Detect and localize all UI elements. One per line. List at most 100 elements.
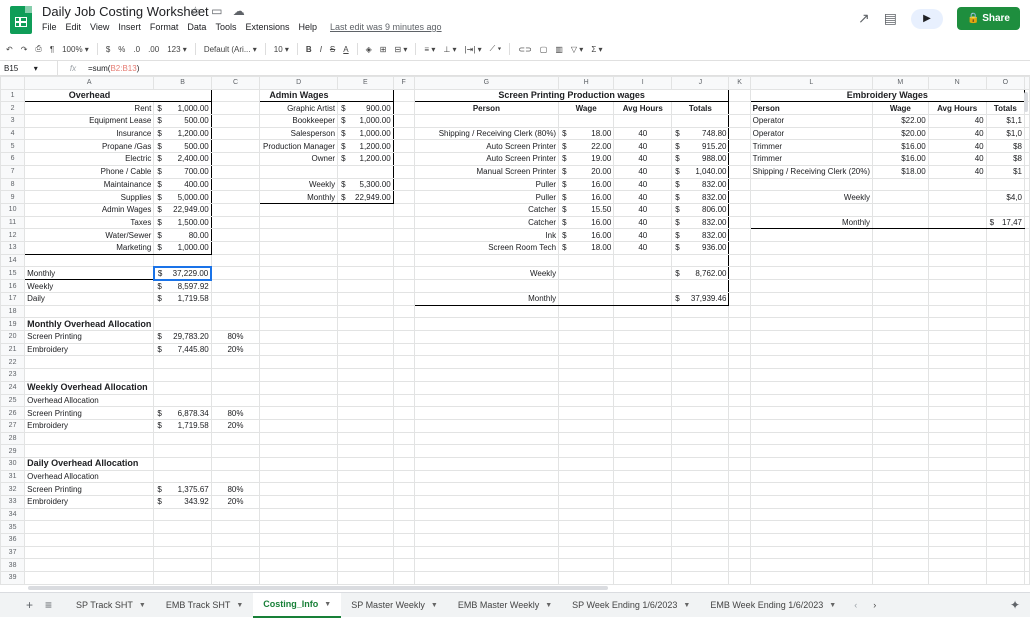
cell[interactable]: 40 — [613, 139, 673, 154]
cell[interactable] — [259, 545, 339, 560]
column-header[interactable]: F — [392, 76, 415, 90]
cell[interactable]: $29,783.20 — [153, 330, 212, 344]
cell[interactable] — [671, 444, 730, 458]
cell[interactable] — [927, 406, 987, 420]
cell[interactable] — [337, 418, 394, 433]
cell[interactable]: Totals — [985, 101, 1026, 116]
cell[interactable] — [392, 368, 415, 382]
column-header[interactable]: J — [671, 76, 730, 90]
cell[interactable] — [872, 469, 929, 484]
cell[interactable] — [413, 495, 560, 509]
cell[interactable]: $16.00 — [558, 228, 615, 242]
cell[interactable] — [1024, 533, 1030, 547]
cell[interactable] — [413, 482, 560, 496]
cell[interactable] — [728, 240, 751, 255]
cell[interactable] — [613, 380, 673, 395]
cell[interactable] — [392, 393, 415, 408]
cell[interactable]: Rent — [24, 101, 155, 116]
cell[interactable]: Propane /Gas — [24, 139, 155, 154]
cell[interactable] — [558, 469, 615, 484]
cell[interactable] — [392, 240, 415, 255]
row-header[interactable]: 29 — [0, 444, 26, 458]
cell[interactable] — [749, 558, 874, 573]
cell[interactable]: Overhead — [24, 88, 154, 103]
cell[interactable] — [558, 393, 615, 408]
cell[interactable] — [1024, 495, 1030, 509]
cell[interactable] — [210, 520, 261, 535]
cell[interactable] — [872, 317, 929, 332]
cell[interactable] — [872, 545, 929, 560]
cell[interactable]: $1,719.58 — [153, 418, 212, 433]
cell[interactable] — [337, 266, 394, 281]
cell[interactable] — [872, 533, 929, 547]
cell[interactable]: Person — [413, 101, 560, 116]
cell[interactable] — [392, 164, 415, 179]
cell[interactable]: 40 — [613, 215, 673, 230]
cell[interactable] — [927, 317, 987, 332]
cell[interactable]: $22.00 — [872, 114, 929, 128]
sheet-tab[interactable]: SP Master Weekly ▼ — [341, 593, 448, 618]
cell[interactable] — [210, 571, 261, 585]
cell[interactable]: Shipping / Receiving Clerk (80%) — [413, 126, 560, 141]
cell[interactable] — [210, 279, 261, 293]
cell[interactable] — [927, 545, 987, 560]
cell[interactable] — [872, 456, 929, 471]
add-sheet-icon[interactable]: + — [26, 598, 33, 612]
cell[interactable] — [749, 279, 874, 293]
cell[interactable] — [337, 355, 394, 370]
cell[interactable] — [872, 393, 929, 408]
cell[interactable] — [413, 533, 560, 547]
cell[interactable] — [1024, 431, 1030, 446]
cell[interactable] — [153, 253, 212, 268]
cell[interactable] — [728, 139, 751, 154]
cell[interactable] — [153, 507, 212, 522]
cell[interactable] — [413, 393, 560, 408]
cell[interactable] — [24, 304, 155, 319]
menu-view[interactable]: View — [90, 22, 109, 32]
cell[interactable]: 40 — [613, 177, 673, 192]
cell[interactable] — [985, 418, 1026, 433]
cell[interactable]: Monthly — [259, 190, 339, 204]
cell[interactable] — [985, 317, 1026, 332]
column-header[interactable]: C — [210, 76, 261, 90]
cell[interactable] — [558, 456, 615, 471]
cell[interactable] — [749, 177, 874, 192]
cell[interactable] — [613, 279, 673, 293]
row-header[interactable]: 26 — [0, 406, 26, 420]
cell[interactable] — [749, 266, 874, 281]
cell[interactable] — [985, 330, 1026, 344]
paint-format-icon[interactable]: ¶ — [50, 45, 54, 54]
row-header[interactable]: 8 — [0, 177, 26, 192]
vertical-scrollbar[interactable] — [1024, 92, 1028, 112]
cell[interactable] — [927, 431, 987, 446]
cell[interactable] — [392, 431, 415, 446]
cell[interactable] — [337, 533, 394, 547]
cell[interactable] — [1024, 177, 1030, 192]
column-header[interactable]: G — [413, 76, 560, 90]
cell[interactable]: $37,939.46 — [671, 292, 730, 306]
cell[interactable]: 40 — [927, 114, 987, 128]
cell[interactable] — [1024, 545, 1030, 560]
cell[interactable] — [392, 406, 415, 420]
font-select[interactable]: Default (Ari... ▾ — [204, 45, 257, 54]
cell[interactable]: $80.00 — [153, 228, 212, 242]
cell[interactable] — [413, 253, 560, 268]
cell[interactable]: $8 — [985, 139, 1026, 154]
cell[interactable] — [259, 304, 339, 319]
cell[interactable] — [728, 444, 751, 458]
cell[interactable]: $20.00 — [872, 126, 929, 141]
cell[interactable] — [337, 520, 394, 535]
cell[interactable] — [749, 355, 874, 370]
cell[interactable]: Weekly — [413, 266, 560, 281]
cell[interactable] — [24, 571, 155, 585]
cell[interactable] — [259, 164, 339, 179]
cell[interactable] — [210, 164, 261, 179]
cell[interactable] — [210, 253, 261, 268]
cell[interactable] — [259, 520, 339, 535]
horizontal-align-icon[interactable]: ≡ ▾ — [424, 45, 435, 54]
borders-icon[interactable]: ⊞ — [380, 45, 387, 54]
cell[interactable]: $8 — [985, 152, 1026, 166]
cell[interactable] — [613, 253, 673, 268]
cell[interactable] — [210, 431, 261, 446]
cell[interactable] — [24, 444, 155, 458]
